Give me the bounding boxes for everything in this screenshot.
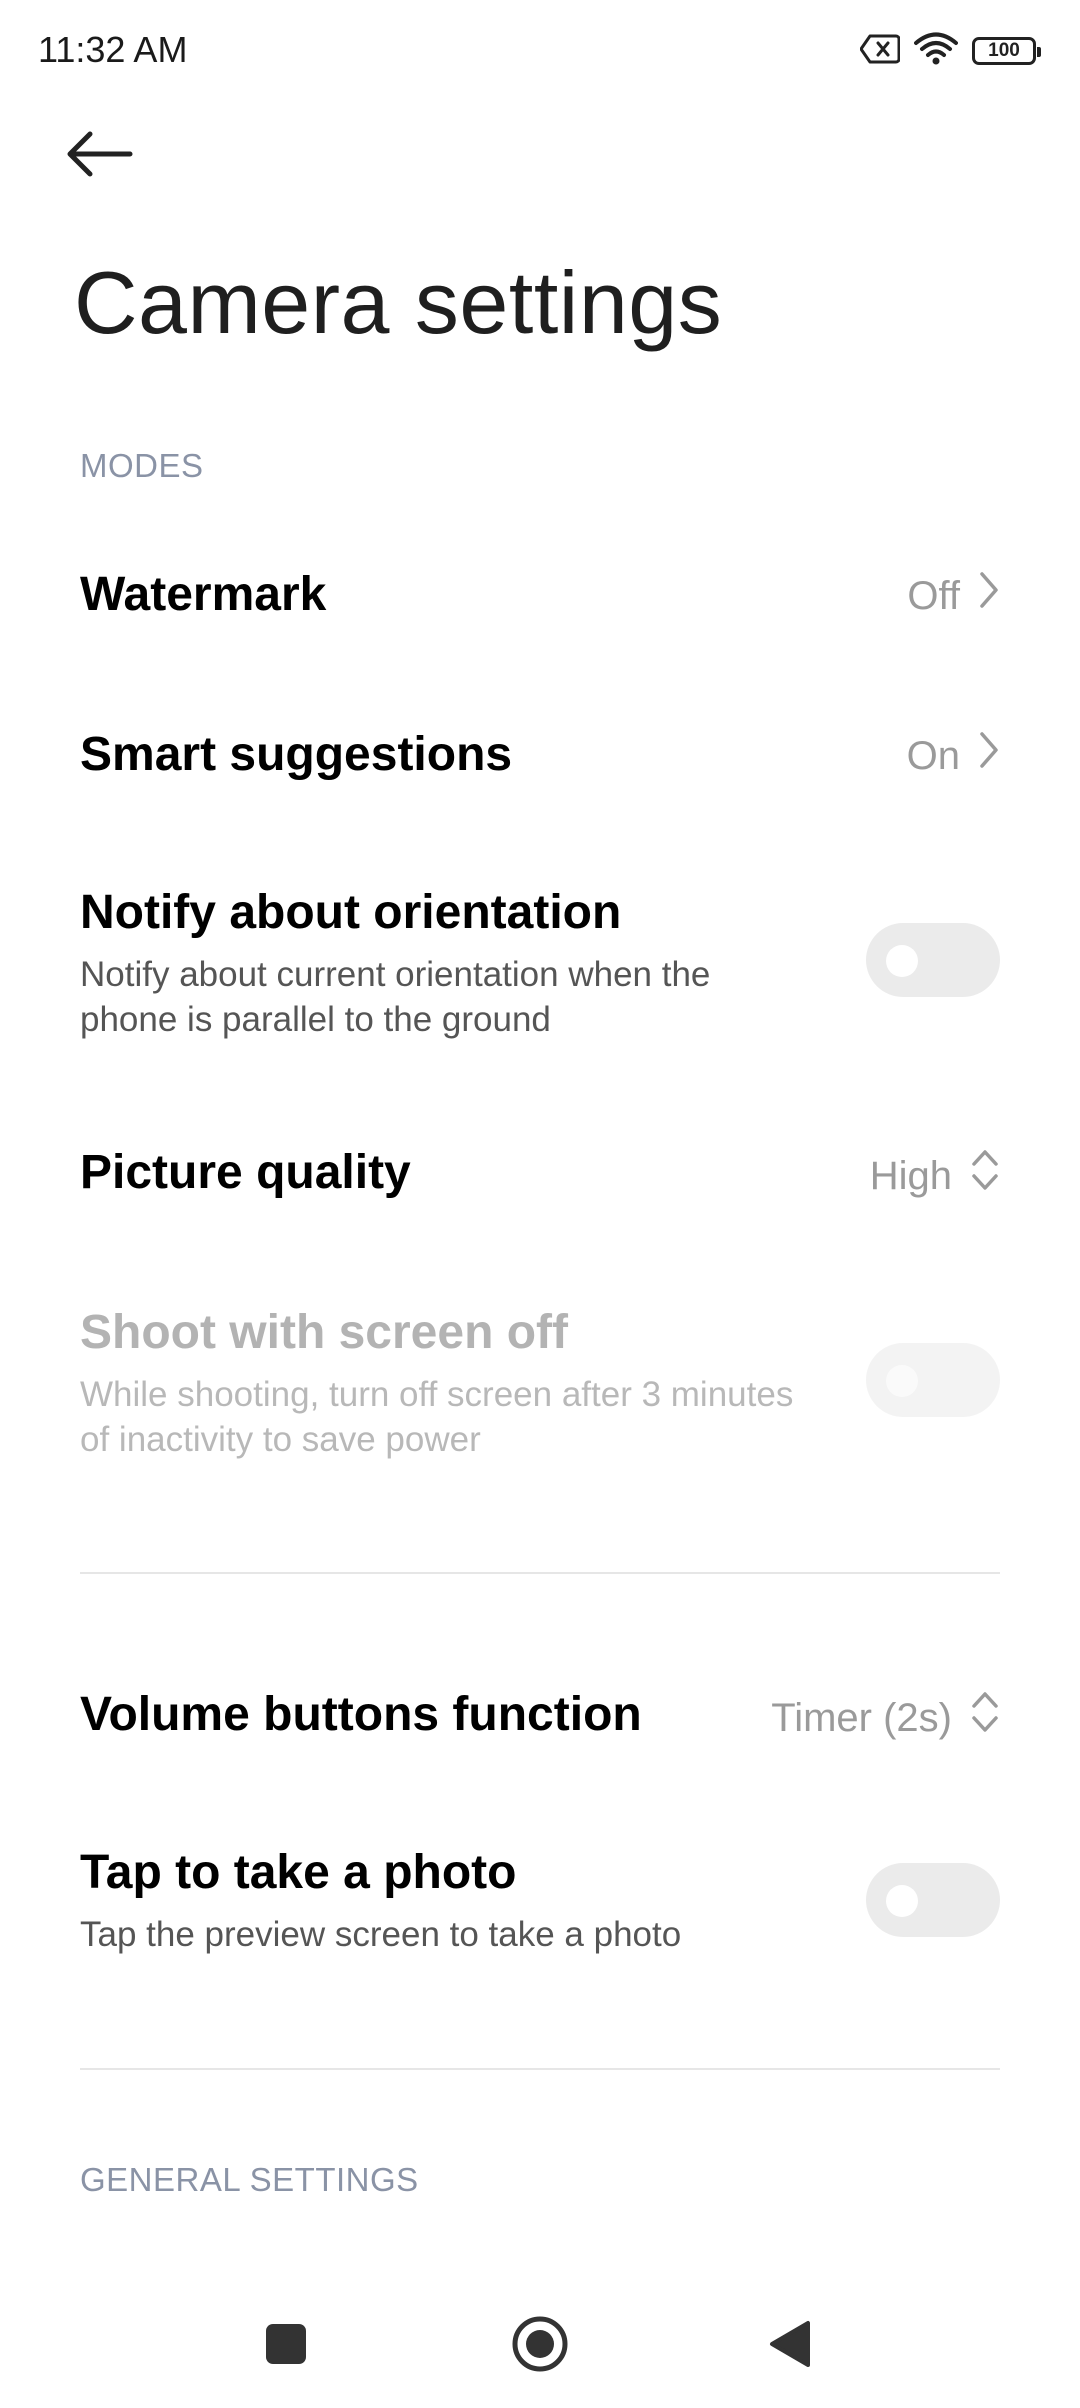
nav-recents-button[interactable] (236, 2296, 336, 2396)
setting-value: On (906, 734, 960, 778)
setting-title: Watermark (80, 568, 327, 621)
setting-watermark[interactable]: Watermark Off (0, 540, 1080, 650)
setting-shoot-screen-off: Shoot with screen off While shooting, tu… (0, 1280, 1080, 1480)
toggle-knob (886, 1365, 918, 1397)
no-sim-icon (859, 33, 901, 70)
toggle-knob (886, 945, 918, 977)
shoot-screen-off-toggle (866, 1343, 1000, 1417)
page-title: Camera settings (74, 253, 723, 352)
setting-value: Off (907, 574, 960, 618)
section-header-general: GENERAL SETTINGS (80, 2161, 419, 2198)
setting-subtitle: Tap the preview screen to take a photo (80, 1915, 682, 1954)
setting-value-group: High (870, 1148, 1000, 1204)
setting-value-group: Off (907, 570, 1000, 622)
divider (80, 1572, 1000, 1574)
setting-title: Notify about orientation (80, 886, 622, 939)
notify-orientation-toggle[interactable] (866, 923, 1000, 997)
setting-smart-suggestions[interactable]: Smart suggestions On (0, 700, 1080, 810)
setting-tap-photo[interactable]: Tap to take a photo Tap the preview scre… (0, 1820, 1080, 1980)
battery-level: 100 (988, 40, 1020, 61)
battery-icon: 100 (972, 37, 1041, 65)
chevron-up-down-icon (970, 1148, 1000, 1204)
setting-subtitle: While shooting, turn off screen after 3 … (80, 1375, 794, 1459)
setting-volume-buttons[interactable]: Volume buttons function Timer (2s) (0, 1660, 1080, 1770)
setting-title: Shoot with screen off (80, 1306, 569, 1359)
setting-title: Tap to take a photo (80, 1846, 517, 1899)
setting-value-group: Timer (2s) (771, 1690, 1000, 1746)
setting-notify-orientation[interactable]: Notify about orientation Notify about cu… (0, 860, 1080, 1060)
back-button[interactable] (64, 120, 152, 192)
setting-title: Volume buttons function (80, 1688, 642, 1741)
chevron-right-icon (978, 730, 1000, 782)
circle-icon (511, 2315, 569, 2378)
chevron-up-down-icon (970, 1690, 1000, 1746)
divider (80, 2068, 1000, 2070)
arrow-left-icon (64, 128, 134, 185)
nav-home-button[interactable] (490, 2296, 590, 2396)
wifi-icon (914, 32, 958, 71)
triangle-back-icon (768, 2319, 812, 2374)
square-icon (265, 2323, 307, 2370)
setting-title: Picture quality (80, 1146, 411, 1199)
setting-value: High (869, 1154, 952, 1198)
setting-value: Timer (2s) (771, 1696, 952, 1740)
nav-back-button[interactable] (740, 2296, 840, 2396)
toggle-knob (886, 1885, 918, 1917)
chevron-right-icon (978, 570, 1000, 622)
tap-photo-toggle[interactable] (866, 1863, 1000, 1937)
status-time: 11:32 AM (38, 29, 188, 70)
status-icons: 100 (859, 30, 1041, 72)
setting-value-group: On (907, 730, 1000, 782)
section-header-modes: MODES (80, 447, 204, 484)
setting-title: Smart suggestions (80, 728, 513, 781)
setting-picture-quality[interactable]: Picture quality High (0, 1118, 1080, 1228)
setting-subtitle: Notify about current orientation when th… (80, 955, 711, 1039)
